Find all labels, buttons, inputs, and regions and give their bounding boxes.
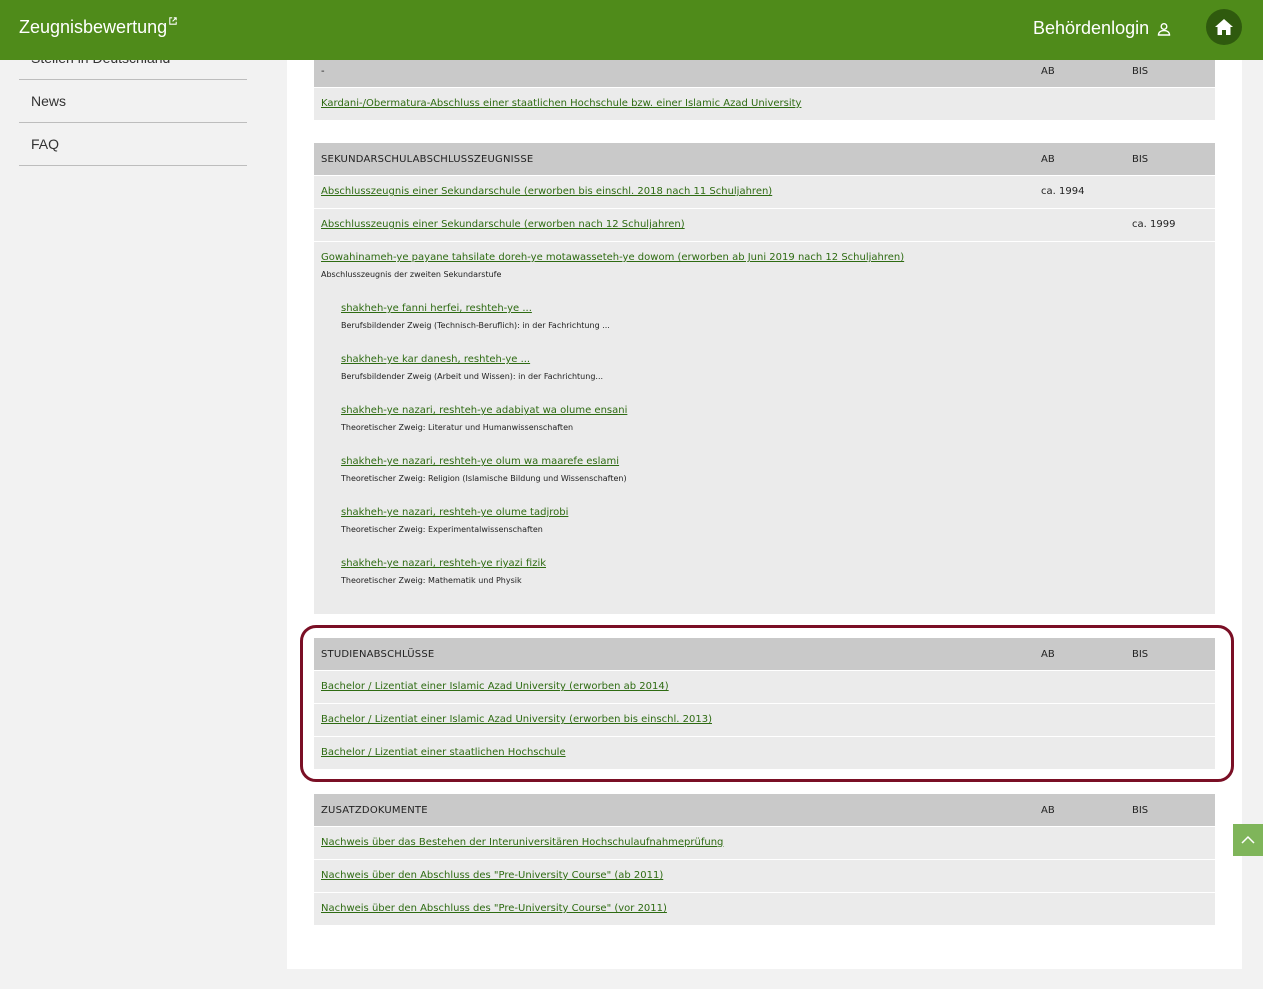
sub-item: shakheh-ye nazari, reshteh-ye adabiyat w… [321, 405, 1034, 432]
row-link[interactable]: Nachweis über den Abschluss des "Pre-Uni… [321, 870, 663, 881]
table-header-ab: AB [1041, 153, 1055, 165]
table-row: Gowahinameh-ye payane tahsilate doreh-ye… [314, 242, 1215, 615]
table-header-ab: AB [1041, 65, 1055, 77]
sub-item: shakheh-ye nazari, reshteh-ye olume tadj… [321, 507, 1034, 534]
row-bis: ca. 1999 [1132, 219, 1176, 230]
table-header-title: - [321, 65, 325, 77]
row-ab [1041, 860, 1132, 870]
row-link[interactable]: Kardani-/Obermatura-Abschluss einer staa… [321, 98, 801, 109]
table-header: STUDIENABSCHLÜSSE AB BIS [314, 638, 1215, 671]
row-bis [1132, 860, 1215, 870]
row-link[interactable]: Bachelor / Lizentiat einer Islamic Azad … [321, 681, 669, 692]
row-bis [1132, 176, 1215, 186]
home-icon [1215, 19, 1233, 35]
row-ab [1041, 242, 1132, 252]
brand-link[interactable]: Zeugnisbewertung [19, 17, 177, 38]
row-ab [1041, 893, 1132, 903]
row-ab [1041, 704, 1132, 714]
authority-login-label: Behördenlogin [1033, 18, 1150, 38]
table-header-bis: BIS [1132, 648, 1149, 660]
sub-item-description: Theoretischer Zweig: Experimentalwissens… [341, 525, 543, 534]
table-header-title: STUDIENABSCHLÜSSE [321, 648, 435, 660]
sub-item-description: Berufsbildender Zweig (Arbeit und Wissen… [341, 372, 604, 381]
table-header: ZUSATZDOKUMENTE AB BIS [314, 794, 1215, 827]
row-link[interactable]: Bachelor / Lizentiat einer staatlichen H… [321, 747, 566, 758]
table-header-bis: BIS [1132, 153, 1149, 165]
table-row: Nachweis über das Bestehen der Interuniv… [314, 827, 1215, 860]
brand-title: Zeugnisbewertung [19, 17, 168, 37]
table-row: Nachweis über den Abschluss des "Pre-Uni… [314, 860, 1215, 893]
table-header-title: ZUSATZDOKUMENTE [321, 804, 428, 816]
row-bis [1132, 704, 1215, 714]
sidebar-item-label: News [31, 93, 67, 109]
row-link[interactable]: Nachweis über das Bestehen der Interuniv… [321, 837, 723, 848]
sub-item: shakheh-ye nazari, reshteh-ye riyazi fiz… [321, 558, 1034, 585]
table-header-ab: AB [1041, 648, 1055, 660]
sidebar-item-label: FAQ [31, 136, 60, 152]
external-link-icon [169, 17, 177, 28]
row-bis [1132, 893, 1215, 903]
table-header: SEKUNDARSCHULABSCHLUSSZEUGNISSE AB BIS [314, 143, 1215, 176]
table-row: Nachweis über den Abschluss des "Pre-Uni… [314, 893, 1215, 926]
sub-item: shakheh-ye fanni herfei, reshteh-ye ... … [321, 303, 1034, 330]
row-link[interactable]: Nachweis über den Abschluss des "Pre-Uni… [321, 903, 667, 914]
home-button[interactable] [1206, 9, 1242, 45]
table-header-bis: BIS [1132, 804, 1149, 816]
table-header-bis: BIS [1132, 65, 1149, 77]
table-row: Kardani-/Obermatura-Abschluss einer staa… [314, 88, 1215, 121]
sub-item-description: Theoretischer Zweig: Literatur und Human… [341, 423, 574, 432]
table-row: Bachelor / Lizentiat einer Islamic Azad … [314, 671, 1215, 704]
row-ab: ca. 1994 [1041, 186, 1085, 197]
row-ab [1041, 209, 1132, 219]
table-header-ab: AB [1041, 804, 1055, 816]
table-zusatzdokumente: ZUSATZDOKUMENTE AB BIS Nachweis über das… [314, 794, 1215, 926]
table-row: Bachelor / Lizentiat einer staatlichen H… [314, 737, 1215, 770]
row-bis [1132, 242, 1215, 252]
sub-item: shakheh-ye kar danesh, reshteh-ye ... Be… [321, 354, 1034, 381]
sub-item-description: Theoretischer Zweig: Mathematik und Phys… [341, 576, 522, 585]
sub-item-link[interactable]: shakheh-ye nazari, reshteh-ye olume tadj… [341, 507, 568, 518]
sub-item: shakheh-ye nazari, reshteh-ye olum wa ma… [321, 456, 1034, 483]
table-row: Bachelor / Lizentiat einer Islamic Azad … [314, 704, 1215, 737]
scroll-to-top-button[interactable] [1233, 824, 1263, 856]
sidebar-item-news[interactable]: News [19, 80, 247, 123]
table-row: Abschlusszeugnis einer Sekundarschule (e… [314, 209, 1215, 242]
sidebar-item-faq[interactable]: FAQ [19, 123, 247, 166]
row-bis [1132, 827, 1215, 837]
sub-item-link[interactable]: shakheh-ye nazari, reshteh-ye riyazi fiz… [341, 558, 546, 569]
row-bis [1132, 88, 1215, 98]
table-row: Abschlusszeugnis einer Sekundarschule (e… [314, 176, 1215, 209]
user-icon [1157, 22, 1171, 36]
row-link[interactable]: Bachelor / Lizentiat einer Islamic Azad … [321, 714, 712, 725]
table-header-title: SEKUNDARSCHULABSCHLUSSZEUGNISSE [321, 153, 534, 165]
table-studienabschluesse: STUDIENABSCHLÜSSE AB BIS Bachelor / Lize… [314, 638, 1215, 770]
row-description: Abschlusszeugnis der zweiten Sekundarstu… [321, 270, 502, 279]
table-sekundarschule: SEKUNDARSCHULABSCHLUSSZEUGNISSE AB BIS A… [314, 143, 1215, 615]
row-link[interactable]: Abschlusszeugnis einer Sekundarschule (e… [321, 186, 772, 197]
top-header: Zeugnisbewertung Behördenlogin [0, 0, 1263, 60]
row-link[interactable]: Abschlusszeugnis einer Sekundarschule (e… [321, 219, 685, 230]
table-iran-misc: - AB BIS Kardani-/Obermatura-Abschluss e… [314, 55, 1215, 121]
sub-item-description: Theoretischer Zweig: Religion (Islamisch… [341, 474, 627, 483]
sub-item-link[interactable]: shakheh-ye nazari, reshteh-ye adabiyat w… [341, 405, 627, 416]
row-ab [1041, 671, 1132, 681]
row-bis [1132, 671, 1215, 681]
row-bis [1132, 737, 1215, 747]
row-ab [1041, 88, 1132, 98]
sub-item-description: Berufsbildender Zweig (Technisch-Berufli… [341, 321, 610, 330]
authority-login-button[interactable]: Behördenlogin [1033, 18, 1171, 39]
chevron-up-icon [1241, 835, 1255, 844]
row-link[interactable]: Gowahinameh-ye payane tahsilate doreh-ye… [321, 252, 904, 263]
sub-item-link[interactable]: shakheh-ye nazari, reshteh-ye olum wa ma… [341, 456, 619, 467]
sub-item-link[interactable]: shakheh-ye fanni herfei, reshteh-ye ... [341, 303, 532, 314]
row-ab [1041, 827, 1132, 837]
sub-item-link[interactable]: shakheh-ye kar danesh, reshteh-ye ... [341, 354, 530, 365]
row-ab [1041, 737, 1132, 747]
